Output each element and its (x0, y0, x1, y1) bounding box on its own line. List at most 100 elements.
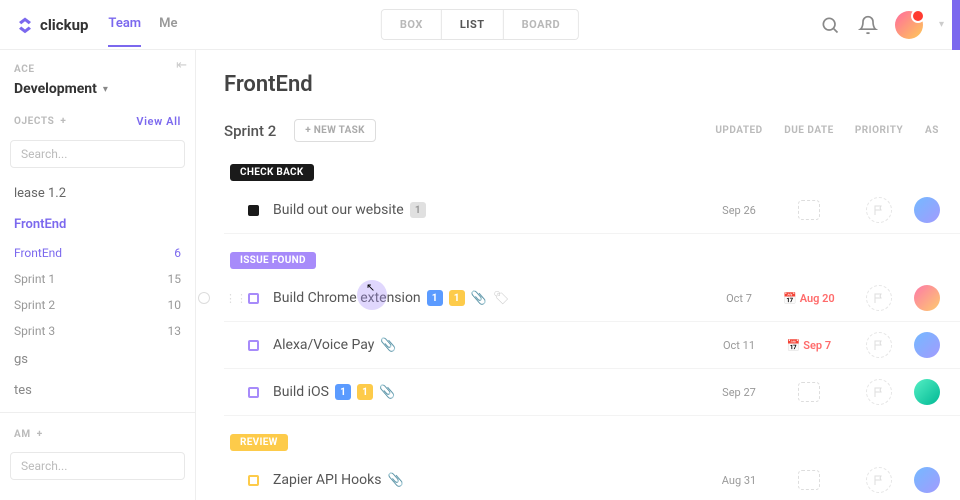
assignee-avatar[interactable] (914, 285, 940, 311)
status-group: REVIEWZapier API Hooks📎Aug 31Sprint Plan… (224, 434, 960, 500)
count-badge: 1 (427, 290, 443, 306)
task-checkbox[interactable] (248, 205, 259, 216)
collapse-sidebar-icon[interactable]: ⇤ (176, 58, 187, 73)
topbar: clickup Team Me BOX LIST BOARD ▾ (0, 0, 960, 50)
priority-flag[interactable] (866, 332, 892, 358)
bell-icon[interactable] (857, 14, 879, 36)
projects-header: OJECTS + View All (0, 109, 195, 136)
accent-bar (952, 0, 960, 50)
due-date[interactable]: 📅 Aug 20 (783, 292, 834, 305)
new-task-button[interactable]: + NEW TASK (294, 119, 376, 142)
team-search-input[interactable]: Search... (10, 452, 185, 480)
col-priority: PRIORITY (844, 125, 914, 136)
task-row[interactable]: Alexa/Voice Pay 📎 Oct 11 📅 Sep 7 (224, 322, 960, 369)
top-tabs: Team Me (108, 2, 177, 47)
assignee-avatar[interactable] (914, 379, 940, 405)
row-radio[interactable] (198, 292, 210, 304)
column-headers: UPDATED DUE DATE PRIORITY AS (704, 125, 960, 136)
view-list[interactable]: LIST (441, 10, 503, 39)
space-label: ACE (0, 64, 195, 81)
view-box[interactable]: BOX (382, 10, 441, 39)
attachment-icon[interactable]: 📎 (471, 291, 487, 306)
search-icon[interactable] (819, 14, 841, 36)
updated-cell: Oct 11 (704, 339, 774, 352)
due-date-empty[interactable] (798, 382, 820, 402)
page-title: FrontEnd (224, 72, 960, 97)
due-date-empty[interactable] (798, 470, 820, 490)
task-row[interactable]: Zapier API Hooks 📎 Aug 31 (224, 457, 960, 500)
updated-cell: Sep 26 (704, 204, 774, 217)
team-label: AM (14, 429, 31, 440)
logo[interactable]: clickup (16, 16, 88, 34)
count-badge: 1 (449, 290, 465, 306)
task-checkbox[interactable] (248, 340, 259, 351)
assignee-avatar[interactable] (914, 332, 940, 358)
updated-cell: Aug 31 (704, 474, 774, 487)
status-group: ISSUE FOUND⋮⋮Build Chrome extension11📎🏷O… (224, 252, 960, 416)
priority-flag[interactable] (866, 197, 892, 223)
view-all-link[interactable]: View All (136, 115, 181, 128)
chevron-down-icon[interactable]: ▾ (939, 19, 944, 30)
updated-cell: Oct 7 (704, 292, 774, 305)
count-badge: 1 (410, 202, 426, 218)
space-header[interactable]: Development ▾ (0, 81, 195, 109)
sidebar-sub-sprint-3[interactable]: Sprint 313 (0, 318, 195, 344)
task-checkbox[interactable] (248, 475, 259, 486)
attachment-icon[interactable]: 📎 (380, 338, 396, 353)
view-board[interactable]: BOARD (503, 10, 579, 39)
task-row[interactable]: Build iOS 11 📎 Sep 27 (224, 369, 960, 416)
count-badge: 1 (357, 384, 373, 400)
priority-flag[interactable] (866, 467, 892, 493)
project-release[interactable]: lease 1.2 (0, 178, 195, 209)
view-switcher: BOX LIST BOARD (381, 9, 579, 40)
count-badge: 1 (335, 384, 351, 400)
priority-flag[interactable] (866, 285, 892, 311)
priority-flag[interactable] (866, 379, 892, 405)
main-content: FrontEnd Sprint 2 + NEW TASK UPDATED DUE… (196, 50, 960, 500)
project-search-input[interactable]: Search... (10, 140, 185, 168)
projects-label: OJECTS (14, 116, 54, 127)
assignee-avatar[interactable] (914, 467, 940, 493)
add-project-icon[interactable]: + (60, 116, 66, 127)
task-checkbox[interactable] (248, 387, 259, 398)
sidebar-sub-sprint-2[interactable]: Sprint 210 (0, 292, 195, 318)
attachment-icon[interactable]: 📎 (379, 385, 395, 400)
chevron-down-icon: ▾ (103, 84, 108, 95)
task-title: Build out our website (273, 202, 404, 218)
tag-icon[interactable]: 🏷 (493, 291, 510, 306)
brand-text: clickup (40, 16, 88, 34)
top-right: ▾ (819, 11, 944, 39)
col-assignee: AS (914, 125, 950, 136)
task-title: Zapier API Hooks (273, 472, 381, 488)
attachment-icon[interactable]: 📎 (387, 473, 403, 488)
task-title: Build Chrome extension (273, 290, 421, 306)
clickup-logo-icon (16, 16, 34, 34)
col-updated: UPDATED (704, 125, 774, 136)
updated-cell: Sep 27 (704, 386, 774, 399)
tab-me[interactable]: Me (159, 2, 177, 47)
assignee-avatar[interactable] (914, 197, 940, 223)
sidebar: ⇤ ACE Development ▾ OJECTS + View All Sea… (0, 50, 196, 500)
sprint-title: Sprint 2 (224, 122, 276, 140)
tab-team[interactable]: Team (108, 2, 141, 47)
project-frontend[interactable]: FrontEnd (0, 209, 195, 240)
due-date[interactable]: 📅 Sep 7 (787, 339, 831, 352)
sidebar-item-tes[interactable]: tes (0, 375, 195, 406)
drag-handle-icon[interactable]: ⋮⋮ (225, 292, 247, 305)
status-group: CHECK BACKBuild out our website1Sep 26 (224, 164, 960, 234)
sidebar-item-gs[interactable]: gs (0, 344, 195, 375)
sidebar-sub-sprint-1[interactable]: Sprint 115 (0, 266, 195, 292)
task-checkbox[interactable] (248, 293, 259, 304)
team-header: AM + (0, 423, 195, 448)
task-row[interactable]: ⋮⋮ Build Chrome extension 11 📎 🏷 Oct 7 📅 Aug 2… (224, 275, 960, 322)
sidebar-sub-frontend[interactable]: FrontEnd6 (0, 240, 195, 266)
task-title: Alexa/Voice Pay (273, 337, 374, 353)
due-date-empty[interactable] (798, 200, 820, 220)
status-pill: REVIEW (230, 434, 288, 451)
task-row[interactable]: Build out our website 1 Sep 26 (224, 187, 960, 234)
task-title: Build iOS (273, 384, 329, 400)
sprint-header: Sprint 2 + NEW TASK UPDATED DUE DATE PRI… (224, 119, 960, 142)
add-team-icon[interactable]: + (37, 429, 43, 440)
space-name: Development (14, 81, 97, 97)
user-avatar[interactable] (895, 11, 923, 39)
